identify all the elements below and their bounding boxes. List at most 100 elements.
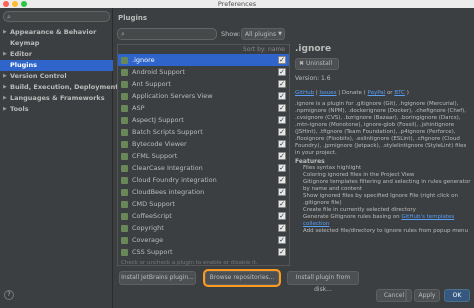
plugin-enabled-checkbox[interactable]: ✓ bbox=[278, 140, 286, 148]
plugin-row[interactable]: Android Support ✓ bbox=[118, 66, 289, 78]
chevron-right-icon[interactable]: ▶ bbox=[3, 49, 7, 60]
plugin-name: Application Servers View bbox=[132, 92, 213, 100]
plugin-name: CloudBees integration bbox=[132, 188, 205, 196]
plugin-enabled-checkbox[interactable]: ✓ bbox=[278, 68, 286, 76]
plugin-row[interactable]: Application Servers View ✓ bbox=[118, 90, 289, 102]
close-window-button[interactable] bbox=[3, 1, 9, 7]
plugin-name: ASP bbox=[132, 104, 145, 112]
plugin-icon bbox=[121, 212, 128, 220]
feature-item: Create file in currently selected direct… bbox=[303, 207, 471, 214]
plugin-row[interactable]: Batch Scripts Support ✓ bbox=[118, 126, 289, 138]
plugin-row[interactable]: CSS Support ✓ bbox=[118, 246, 289, 258]
plugin-enabled-checkbox[interactable]: ✓ bbox=[278, 104, 286, 112]
plugin-row[interactable]: CMD Support ✓ bbox=[118, 198, 289, 210]
plugin-name: CoffeeScript bbox=[132, 212, 172, 220]
plugin-enabled-checkbox[interactable]: ✓ bbox=[278, 80, 286, 88]
plugin-enabled-checkbox[interactable]: ✓ bbox=[278, 164, 286, 172]
plugin-icon bbox=[121, 128, 128, 136]
window-controls[interactable] bbox=[3, 1, 27, 7]
plugin-row[interactable]: CFML Support ✓ bbox=[118, 150, 289, 162]
feature-item: Gitignore templates filtering and select… bbox=[303, 179, 471, 193]
plugin-enabled-checkbox[interactable]: ✓ bbox=[278, 248, 286, 256]
plugin-enabled-checkbox[interactable]: ✓ bbox=[278, 200, 286, 208]
sidebar-item-languages-frameworks[interactable]: ▶ Languages & Frameworks bbox=[0, 93, 113, 104]
chevron-right-icon[interactable]: ▶ bbox=[3, 82, 7, 93]
plugins-filter-row: ⌕ Show: All plugins ▼ bbox=[114, 28, 474, 41]
plugin-row[interactable]: ClearCase Integration ✓ bbox=[118, 162, 289, 174]
ok-button[interactable]: OK bbox=[444, 289, 470, 302]
chevron-right-icon[interactable]: ▶ bbox=[3, 71, 7, 82]
chevron-right-icon[interactable]: ▶ bbox=[3, 93, 7, 104]
plugin-version: Version: 1.6 bbox=[295, 75, 331, 82]
plugin-icon bbox=[121, 152, 128, 160]
uninstall-button[interactable]: ✖ Uninstall bbox=[295, 58, 339, 70]
browse-repositories-button[interactable]: Browse repositories... bbox=[205, 271, 279, 285]
sidebar-item-version-control[interactable]: ▶ Version Control bbox=[0, 71, 113, 82]
minimize-window-button[interactable] bbox=[12, 1, 18, 7]
help-button[interactable]: ? bbox=[4, 290, 14, 300]
sidebar-item-plugins[interactable]: Plugins bbox=[0, 60, 113, 71]
sidebar-item-keymap[interactable]: Keymap bbox=[0, 38, 113, 49]
plugin-enabled-checkbox[interactable]: ✓ bbox=[278, 188, 286, 196]
plugin-enabled-checkbox[interactable]: ✓ bbox=[278, 176, 286, 184]
plugin-name: Android Support bbox=[132, 68, 185, 76]
sidebar-item-appearance-behavior[interactable]: ▶ Appearance & Behavior bbox=[0, 27, 113, 38]
plugin-row[interactable]: CloudBees integration ✓ bbox=[118, 186, 289, 198]
chevron-right-icon[interactable]: ▶ bbox=[3, 27, 7, 38]
plugin-icon bbox=[121, 236, 128, 244]
plugin-row[interactable]: Copyright ✓ bbox=[118, 222, 289, 234]
plugin-icon bbox=[121, 164, 128, 172]
plugin-enabled-checkbox[interactable]: ✓ bbox=[278, 236, 286, 244]
plugin-name: Bytecode Viewer bbox=[132, 140, 187, 148]
feature-item: Files syntax highlight bbox=[303, 165, 471, 172]
plugin-row[interactable]: Bytecode Viewer ✓ bbox=[118, 138, 289, 150]
settings-sidebar: ⌕ ▶ Appearance & Behavior Keymap ▶ Edito… bbox=[0, 8, 118, 308]
plugin-links: GitHub | Issues | Donate ( PayPal or BTC… bbox=[295, 90, 409, 96]
plugin-details: .ignore ✖ Uninstall Version: 1.6 GitHub … bbox=[295, 44, 471, 266]
github-link[interactable]: GitHub bbox=[295, 90, 314, 96]
plugin-name: CFML Support bbox=[132, 152, 178, 160]
paypal-link[interactable]: PayPal bbox=[368, 90, 386, 96]
plugin-name: Ant Support bbox=[132, 80, 171, 88]
sidebar-item-editor[interactable]: ▶ Editor bbox=[0, 49, 113, 60]
sort-dropdown[interactable]: Sort by: name bbox=[118, 45, 289, 54]
plugin-enabled-checkbox[interactable]: ✓ bbox=[278, 56, 286, 64]
plugin-row[interactable]: Coverage ✓ bbox=[118, 234, 289, 246]
plugin-row[interactable]: Cloud Foundry integration ✓ bbox=[118, 174, 289, 186]
plugin-row[interactable]: .ignore ✓ bbox=[118, 54, 289, 66]
zoom-window-button[interactable] bbox=[21, 1, 27, 7]
plugin-enabled-checkbox[interactable]: ✓ bbox=[278, 128, 286, 136]
plugin-row[interactable]: CoffeeScript ✓ bbox=[118, 210, 289, 222]
sidebar-item-build-execution-deployment[interactable]: ▶ Build, Execution, Deployment bbox=[0, 82, 118, 93]
settings-search-input[interactable]: ⌕ bbox=[3, 11, 110, 22]
feature-item: Coloring ignored files in the Project Vi… bbox=[303, 172, 471, 179]
plugin-enabled-checkbox[interactable]: ✓ bbox=[278, 152, 286, 160]
btc-link[interactable]: BTC bbox=[394, 90, 405, 96]
plugin-enabled-checkbox[interactable]: ✓ bbox=[278, 224, 286, 232]
plugin-enabled-checkbox[interactable]: ✓ bbox=[278, 92, 286, 100]
plugin-icon bbox=[121, 68, 128, 76]
sidebar-item-tools[interactable]: ▶ Tools bbox=[0, 104, 113, 115]
plugin-name: Cloud Foundry integration bbox=[132, 176, 217, 184]
feature-item: Generate Gitignore rules basing on GitHu… bbox=[303, 214, 471, 228]
plugin-search-input[interactable]: ⌕ bbox=[117, 28, 217, 40]
plugin-enabled-checkbox[interactable]: ✓ bbox=[278, 212, 286, 220]
issues-link[interactable]: Issues bbox=[319, 90, 336, 96]
plugin-icon bbox=[121, 200, 128, 208]
chevron-right-icon[interactable]: ▶ bbox=[3, 104, 7, 115]
plugin-name: AspectJ Support bbox=[132, 116, 184, 124]
install-plugin-from-disk-button[interactable]: Install plugin from disk... bbox=[287, 271, 359, 293]
plugin-row[interactable]: ASP ✓ bbox=[118, 102, 289, 114]
plugin-name: ClearCase Integration bbox=[132, 164, 203, 172]
plugin-row[interactable]: AspectJ Support ✓ bbox=[118, 114, 289, 126]
plugin-list-hint: Check or uncheck a plugin to enable or d… bbox=[121, 260, 258, 266]
plugin-row[interactable]: Ant Support ✓ bbox=[118, 78, 289, 90]
plugin-enabled-checkbox[interactable]: ✓ bbox=[278, 116, 286, 124]
install-jetbrains-plugin-button[interactable]: Install JetBrains plugin... bbox=[119, 271, 196, 285]
plugin-icon bbox=[121, 176, 128, 184]
show-filter-dropdown[interactable]: All plugins ▼ bbox=[241, 28, 285, 40]
dialog-footer: ? Cancel Apply OK bbox=[4, 287, 474, 308]
features-heading: Features bbox=[295, 158, 325, 165]
apply-button[interactable]: Apply bbox=[414, 289, 440, 302]
plugin-icon bbox=[121, 224, 128, 232]
